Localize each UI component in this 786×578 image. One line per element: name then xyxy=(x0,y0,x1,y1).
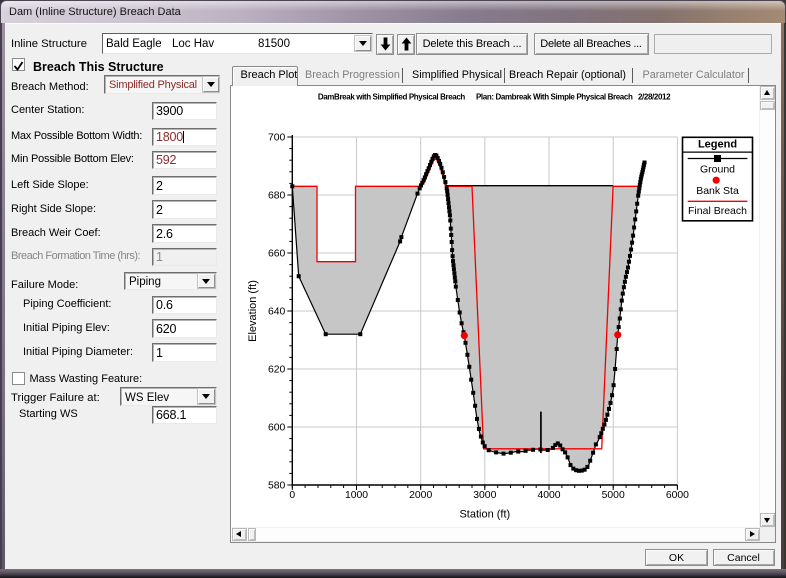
svg-text:1000: 1000 xyxy=(345,490,368,501)
svg-text:3000: 3000 xyxy=(473,490,496,501)
svg-text:4000: 4000 xyxy=(537,490,560,501)
svg-text:660: 660 xyxy=(268,249,286,260)
svg-text:600: 600 xyxy=(268,423,286,434)
svg-text:680: 680 xyxy=(268,191,286,202)
svg-text:6000: 6000 xyxy=(666,490,689,501)
svg-text:2000: 2000 xyxy=(409,490,432,501)
svg-text:Legend: Legend xyxy=(698,139,737,151)
svg-text:Elevation (ft): Elevation (ft) xyxy=(247,280,259,342)
svg-text:DamBreak with Simplified Physi: DamBreak with Simplified Physical Breach… xyxy=(318,93,671,102)
svg-text:5000: 5000 xyxy=(602,490,625,501)
svg-text:700: 700 xyxy=(268,133,286,144)
svg-text:0: 0 xyxy=(289,490,295,501)
svg-text:Bank Sta: Bank Sta xyxy=(696,185,739,197)
svg-text:580: 580 xyxy=(268,481,286,492)
svg-text:Station (ft): Station (ft) xyxy=(459,509,510,521)
svg-text:620: 620 xyxy=(268,365,286,376)
svg-text:Final Breach: Final Breach xyxy=(688,205,747,217)
svg-text:Ground: Ground xyxy=(700,164,735,176)
svg-text:640: 640 xyxy=(268,307,286,318)
